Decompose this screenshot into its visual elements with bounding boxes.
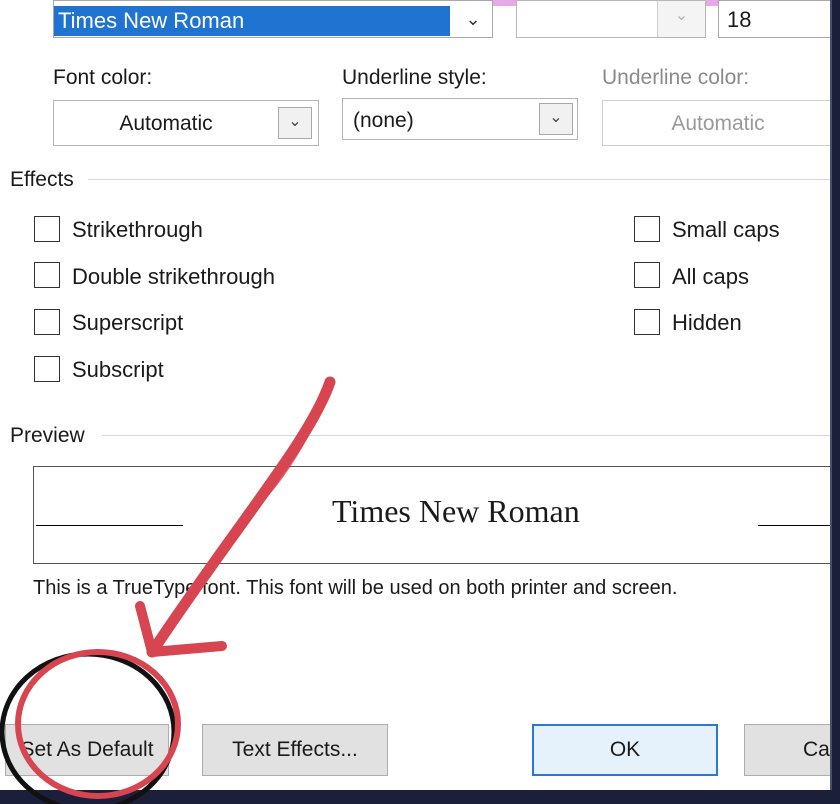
annotation-arrow xyxy=(135,376,336,658)
annotation-overlay xyxy=(0,376,336,804)
red-circle-highlight xyxy=(15,649,181,799)
